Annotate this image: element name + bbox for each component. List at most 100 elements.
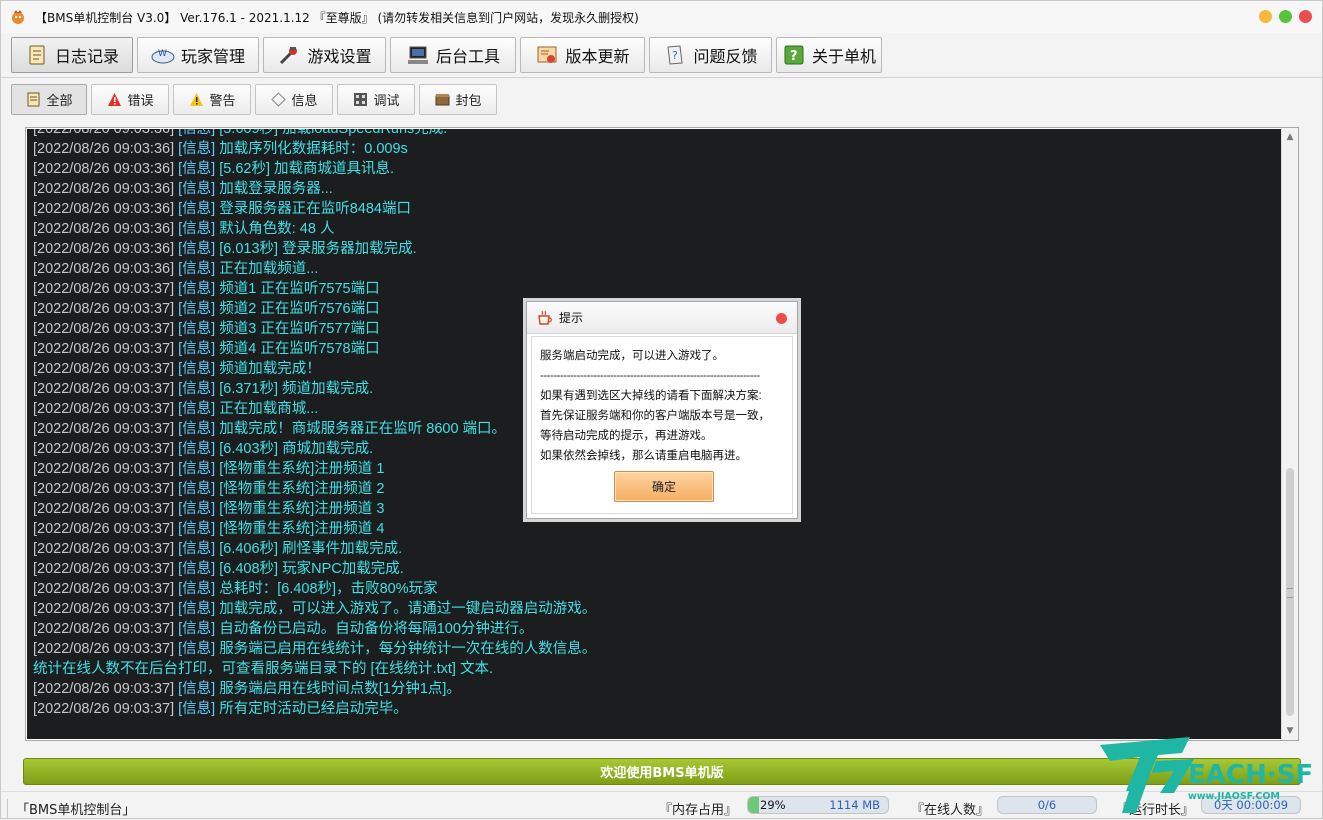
memory-fill bbox=[748, 797, 759, 813]
close-button[interactable] bbox=[1299, 10, 1312, 23]
computer-icon bbox=[406, 43, 430, 67]
log-message: [怪物重生系统]注册频道 2 bbox=[219, 481, 385, 497]
log-line: [2022/08/26 09:03:36] [信息] [6.013秒] 登录服务… bbox=[33, 239, 596, 259]
log-level: [信息] bbox=[178, 621, 216, 637]
log-line: [2022/08/26 09:03:36] [信息] [5.62秒] 加载商城道… bbox=[33, 159, 596, 179]
filter-packet[interactable]: 封包 bbox=[419, 84, 497, 115]
log-line: [2022/08/26 09:03:37] [信息] [6.371秒] 频道加载… bbox=[33, 379, 596, 399]
online-value: 0/6 bbox=[1037, 798, 1057, 812]
log-level: [信息] bbox=[178, 341, 216, 357]
main-tab-bar: 日志记录 W 玩家管理 游戏设置 后台工具 版本更新 ? 问题反馈 ? 关于单机 bbox=[11, 37, 882, 73]
log-line: [2022/08/26 09:03:36] [信息] [5.609秒] 加载lo… bbox=[33, 129, 596, 139]
app-window: 【BMS单机控制台 V3.0】 Ver.176.1 - 2021.1.12 『至… bbox=[0, 0, 1323, 819]
log-timestamp: [2022/08/26 09:03:36] bbox=[33, 261, 175, 277]
log-timestamp: [2022/08/26 09:03:37] bbox=[33, 281, 175, 297]
tab-about[interactable]: ? 关于单机 bbox=[776, 37, 882, 73]
log-message: [5.62秒] 加载商城道具讯息. bbox=[219, 161, 395, 177]
maximize-button[interactable] bbox=[1279, 10, 1292, 23]
log-timestamp: [2022/08/26 09:03:37] bbox=[33, 321, 175, 337]
log-line: [2022/08/26 09:03:37] [信息] 频道1 正在监听7575端… bbox=[33, 279, 596, 299]
log-line: [2022/08/26 09:03:37] [信息] 频道3 正在监听7577端… bbox=[33, 319, 596, 339]
filter-label: 错误 bbox=[127, 94, 154, 109]
startup-dialog: 提示 服务端启动完成，可以进入游戏了。 --------------------… bbox=[526, 301, 798, 519]
scroll-up-icon[interactable]: ▲ bbox=[1285, 132, 1295, 142]
memory-meter: 29% 1114 MB bbox=[747, 796, 889, 814]
log-timestamp: [2022/08/26 09:03:36] bbox=[33, 221, 175, 237]
filter-debug[interactable]: 调试 bbox=[337, 84, 415, 115]
log-line: [2022/08/26 09:03:37] [信息] 正在加载商城... bbox=[33, 399, 596, 419]
filter-all[interactable]: 全部 bbox=[11, 84, 87, 115]
log-timestamp: [2022/08/26 09:03:37] bbox=[33, 561, 175, 577]
filter-error[interactable]: 错误 bbox=[91, 84, 169, 115]
packet-icon bbox=[434, 92, 450, 108]
log-line: [2022/08/26 09:03:37] [信息] [怪物重生系统]注册频道 … bbox=[33, 499, 596, 519]
log-timestamp: [2022/08/26 09:03:37] bbox=[33, 601, 175, 617]
log-message: [6.408秒] 玩家NPC加载完成. bbox=[219, 561, 404, 577]
memory-label: 『内存占用』 bbox=[659, 803, 738, 818]
log-message: 加载登录服务器... bbox=[219, 181, 333, 197]
log-timestamp: [2022/08/26 09:03:37] bbox=[33, 481, 175, 497]
filter-info[interactable]: 信息 bbox=[255, 84, 333, 115]
log-timestamp: [2022/08/26 09:03:37] bbox=[33, 681, 175, 697]
title-bar[interactable]: 【BMS单机控制台 V3.0】 Ver.176.1 - 2021.1.12 『至… bbox=[1, 1, 1322, 33]
log-line: [2022/08/26 09:03:37] [信息] [怪物重生系统]注册频道 … bbox=[33, 459, 596, 479]
svg-text:?: ? bbox=[790, 49, 798, 64]
tab-players[interactable]: W 玩家管理 bbox=[137, 37, 259, 73]
log-message: 统计在线人数不在后台打印，可查看服务端目录下的 [在线统计.txt] 文本. bbox=[33, 661, 493, 677]
minimize-button[interactable] bbox=[1259, 10, 1272, 23]
log-level: [信息] bbox=[178, 361, 216, 377]
dialog-body: 服务端启动完成，可以进入游戏了。 -----------------------… bbox=[531, 336, 793, 514]
log-line: [2022/08/26 09:03:37] [信息] 频道2 正在监听7576端… bbox=[33, 299, 596, 319]
log-scrollbar[interactable]: ▲ ▼ bbox=[1281, 128, 1298, 740]
log-message: 默认角色数: 48 人 bbox=[219, 221, 335, 237]
tab-backend-tools[interactable]: 后台工具 bbox=[390, 37, 516, 73]
tab-label: 关于单机 bbox=[811, 47, 876, 66]
log-line: [2022/08/26 09:03:37] [信息] 总耗时：[6.408秒]，… bbox=[33, 579, 596, 599]
log-level: [信息] bbox=[178, 381, 216, 397]
tab-version-update[interactable]: 版本更新 bbox=[520, 37, 645, 73]
dialog-title-bar[interactable]: 提示 bbox=[527, 302, 797, 334]
debug-grid-icon bbox=[352, 92, 368, 108]
log-line: [2022/08/26 09:03:37] [信息] 自动备份已启动。自动备份将… bbox=[33, 619, 596, 639]
log-level: [信息] bbox=[178, 181, 216, 197]
log-level: [信息] bbox=[178, 201, 216, 217]
log-line: [2022/08/26 09:03:37] [信息] 加载完成！商城服务器正在监… bbox=[33, 419, 596, 439]
filter-warning[interactable]: 警告 bbox=[173, 84, 251, 115]
log-level: [信息] bbox=[178, 401, 216, 417]
log-timestamp: [2022/08/26 09:03:37] bbox=[33, 521, 175, 537]
tab-log[interactable]: 日志记录 bbox=[11, 37, 133, 73]
log-level: [信息] bbox=[178, 461, 216, 477]
log-level: [信息] bbox=[178, 281, 216, 297]
online-label: 『在线人数』 bbox=[911, 803, 990, 818]
question-paper-icon: ? bbox=[663, 43, 687, 67]
log-level: [信息] bbox=[178, 129, 216, 137]
tab-label: 问题反馈 bbox=[693, 47, 758, 66]
tab-game-settings[interactable]: 游戏设置 bbox=[263, 37, 386, 73]
tab-feedback[interactable]: ? 问题反馈 bbox=[649, 37, 772, 73]
log-timestamp: [2022/08/26 09:03:37] bbox=[33, 701, 175, 717]
dialog-close-button[interactable] bbox=[776, 313, 787, 324]
log-level: [信息] bbox=[178, 681, 216, 697]
log-level: [信息] bbox=[178, 501, 216, 517]
log-level: [信息] bbox=[178, 161, 216, 177]
ok-button[interactable]: 确定 bbox=[614, 471, 714, 502]
log-message: [6.013秒] 登录服务器加载完成. bbox=[219, 241, 417, 257]
log-timestamp: [2022/08/26 09:03:36] bbox=[33, 129, 175, 137]
dialog-hint-1: 如果有遇到选区大掉线的请看下面解决方案: bbox=[540, 390, 762, 402]
log-line: [2022/08/26 09:03:37] [信息] 服务端已启用在线统计，每分… bbox=[33, 639, 596, 659]
log-message: [6.403秒] 商城加载完成. bbox=[219, 441, 374, 457]
log-message: 频道4 正在监听7578端口 bbox=[219, 341, 380, 357]
certificate-icon bbox=[535, 43, 559, 67]
log-message: 加载完成！商城服务器正在监听 8600 端口。 bbox=[219, 421, 507, 437]
dialog-hint-2: 首先保证服务端和你的客户端版本号是一致， bbox=[540, 410, 770, 422]
log-message: [怪物重生系统]注册频道 3 bbox=[219, 501, 385, 517]
log-message: 所有定时活动已经启动完毕。 bbox=[219, 701, 408, 717]
log-lines: [2022/08/26 09:03:36] [信息] [5.609秒] 加载lo… bbox=[33, 129, 596, 719]
log-message: 服务端已启用在线统计，每分钟统计一次在线的人数信息。 bbox=[219, 641, 597, 657]
log-level: [信息] bbox=[178, 261, 216, 277]
filter-label: 警告 bbox=[209, 94, 236, 109]
log-message: 频道3 正在监听7577端口 bbox=[219, 321, 380, 337]
keyboard-icon: W bbox=[151, 43, 175, 67]
filter-label: 全部 bbox=[46, 94, 73, 109]
watermark-brand: EACH·SF bbox=[1188, 760, 1313, 790]
